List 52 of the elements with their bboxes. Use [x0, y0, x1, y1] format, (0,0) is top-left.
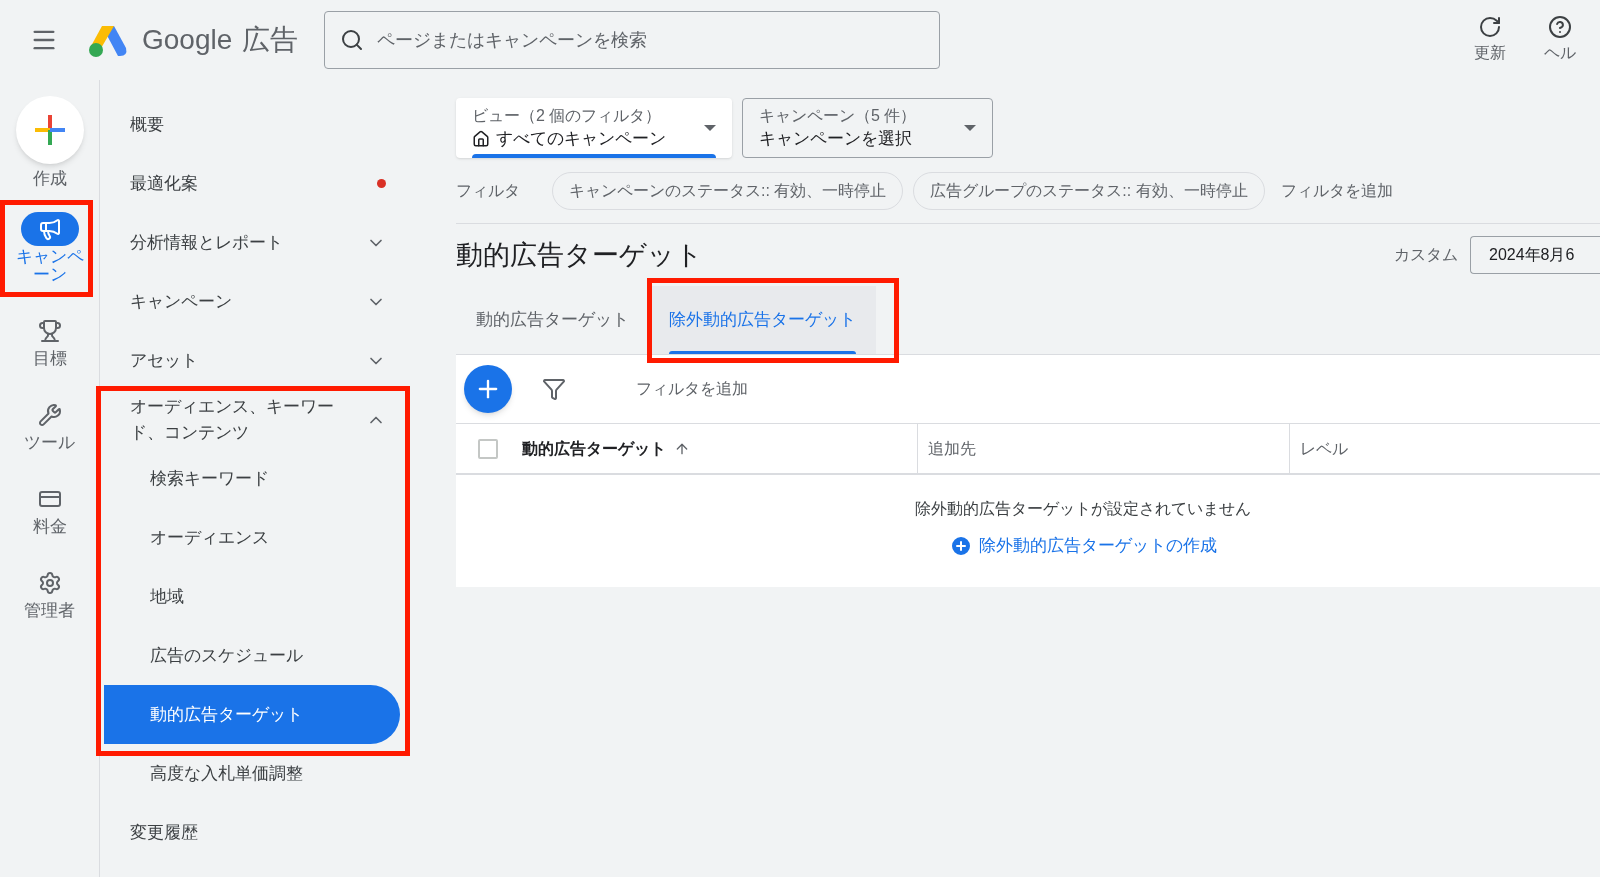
nav-item[interactable]: 最適化案	[100, 154, 420, 213]
nav-item[interactable]: 分析情報とレポート	[100, 213, 420, 272]
nav-subitem[interactable]: 広告のスケジュール	[104, 626, 400, 685]
megaphone-icon	[37, 216, 62, 241]
refresh-icon	[1478, 15, 1502, 39]
filter-label: フィルタ	[456, 180, 520, 201]
rail-item[interactable]: 料金	[9, 481, 90, 536]
settings-icon	[37, 570, 62, 595]
rail-item[interactable]: 目標	[9, 313, 90, 368]
add-filter-link[interactable]: フィルタを追加	[636, 377, 748, 401]
column-header[interactable]: レベル	[1290, 424, 1600, 473]
trophy-icon	[37, 318, 62, 343]
create-link[interactable]: 除外動的広告ターゲットの作成	[949, 533, 1217, 559]
rail-item[interactable]: 管理者	[9, 565, 90, 620]
help-button[interactable]: ヘル	[1530, 15, 1590, 65]
rail-item[interactable]: キャンペーン	[9, 211, 90, 284]
filter-icon	[542, 377, 566, 401]
nav-subitem[interactable]: 検索キーワード	[104, 449, 400, 508]
home-icon	[472, 130, 490, 148]
nav-item[interactable]: キャンペーン	[100, 272, 420, 331]
nav-subitem[interactable]: オーディエンス	[104, 508, 400, 567]
rail-item[interactable]: ツール	[9, 397, 90, 452]
plus-icon	[34, 115, 65, 145]
tab[interactable]: 動的広告ターゲット	[456, 286, 649, 354]
nav-item[interactable]: オーディエンス、キーワード、コンテンツ	[100, 390, 420, 449]
add-filter-link[interactable]: フィルタを追加	[1280, 178, 1393, 203]
page-title: 動的広告ターゲット	[456, 238, 704, 272]
search-icon	[340, 28, 365, 52]
help-icon	[1548, 15, 1572, 39]
refresh-button[interactable]: 更新	[1460, 15, 1520, 65]
date-range-label: カスタム	[1394, 245, 1458, 265]
empty-message: 除外動的広告ターゲットが設定されていません	[915, 499, 1251, 519]
tab[interactable]: 除外動的広告ターゲット	[649, 286, 876, 354]
dropdown-arrow-icon	[704, 125, 716, 131]
select-all-checkbox[interactable]	[478, 438, 498, 459]
nav-subitem[interactable]: 動的広告ターゲット	[104, 685, 400, 744]
nav-subitem[interactable]: 高度な入札単価調整	[104, 744, 400, 803]
nav-subitem[interactable]: 地域	[104, 567, 400, 626]
dropdown-arrow-icon	[964, 125, 976, 131]
brand-name: Google	[142, 23, 233, 57]
date-range-field[interactable]: 2024年8月6	[1470, 236, 1600, 274]
column-header[interactable]: 追加先	[918, 424, 1290, 473]
tools-icon	[37, 402, 62, 427]
nav-item[interactable]: アセット	[100, 331, 420, 390]
search-field[interactable]: ページまたはキャンペーンを検索	[324, 11, 941, 69]
product-name: 広告	[242, 23, 299, 57]
add-button[interactable]	[464, 365, 512, 413]
nav-item[interactable]: 概要	[100, 95, 420, 154]
selector-dropdown[interactable]: ビュー（2 個のフィルタ） すべてのキャンペーン	[456, 98, 732, 158]
column-header[interactable]: 動的広告ターゲット	[456, 424, 918, 473]
nav-item[interactable]: 変更履歴	[100, 803, 420, 862]
selector-dropdown[interactable]: キャンペーン（5 件） キャンペーンを選択	[742, 98, 993, 158]
